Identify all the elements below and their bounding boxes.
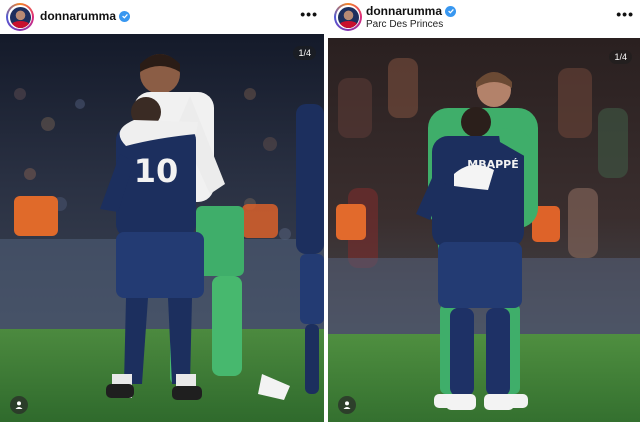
- post-photo[interactable]: MBAPPÉ 1/4: [328, 38, 640, 422]
- jersey-number: 10: [134, 152, 179, 190]
- user-tag-icon[interactable]: [338, 396, 356, 414]
- avatar-image: [337, 6, 359, 28]
- avatar-ring: [336, 5, 360, 29]
- carousel-counter: 1/4: [293, 46, 316, 60]
- user-tag-icon[interactable]: [10, 396, 28, 414]
- more-options-icon[interactable]: •••: [616, 7, 634, 21]
- more-options-icon[interactable]: •••: [300, 7, 318, 21]
- profile-avatar[interactable]: [334, 3, 362, 31]
- avatar-image: [9, 6, 31, 28]
- username-label[interactable]: donnarumma: [40, 9, 116, 23]
- post-photo[interactable]: 10 1/4: [0, 34, 324, 422]
- post-location[interactable]: Parc Des Princes: [366, 19, 443, 30]
- instagram-post-right: donnarumma Parc Des Princes ••• MBAPPÉ 1…: [328, 0, 640, 422]
- verified-badge-icon: [119, 10, 131, 22]
- profile-avatar[interactable]: [6, 3, 34, 31]
- post-header: donnarumma •••: [0, 0, 324, 34]
- photo-scene-hug: 10: [0, 34, 324, 422]
- photo-scene-embrace: MBAPPÉ: [328, 38, 640, 422]
- carousel-counter: 1/4: [609, 50, 632, 64]
- avatar-ring: [8, 5, 32, 29]
- username-row[interactable]: donnarumma: [40, 9, 131, 23]
- post-header: donnarumma Parc Des Princes •••: [328, 0, 640, 34]
- username-row[interactable]: donnarumma: [366, 4, 457, 18]
- username-label[interactable]: donnarumma: [366, 4, 442, 18]
- verified-badge-icon: [445, 5, 457, 17]
- screenshot: donnarumma ••• 10 1/4 donnarumma Parc De…: [0, 0, 640, 422]
- instagram-post-left: donnarumma ••• 10 1/4: [0, 0, 324, 422]
